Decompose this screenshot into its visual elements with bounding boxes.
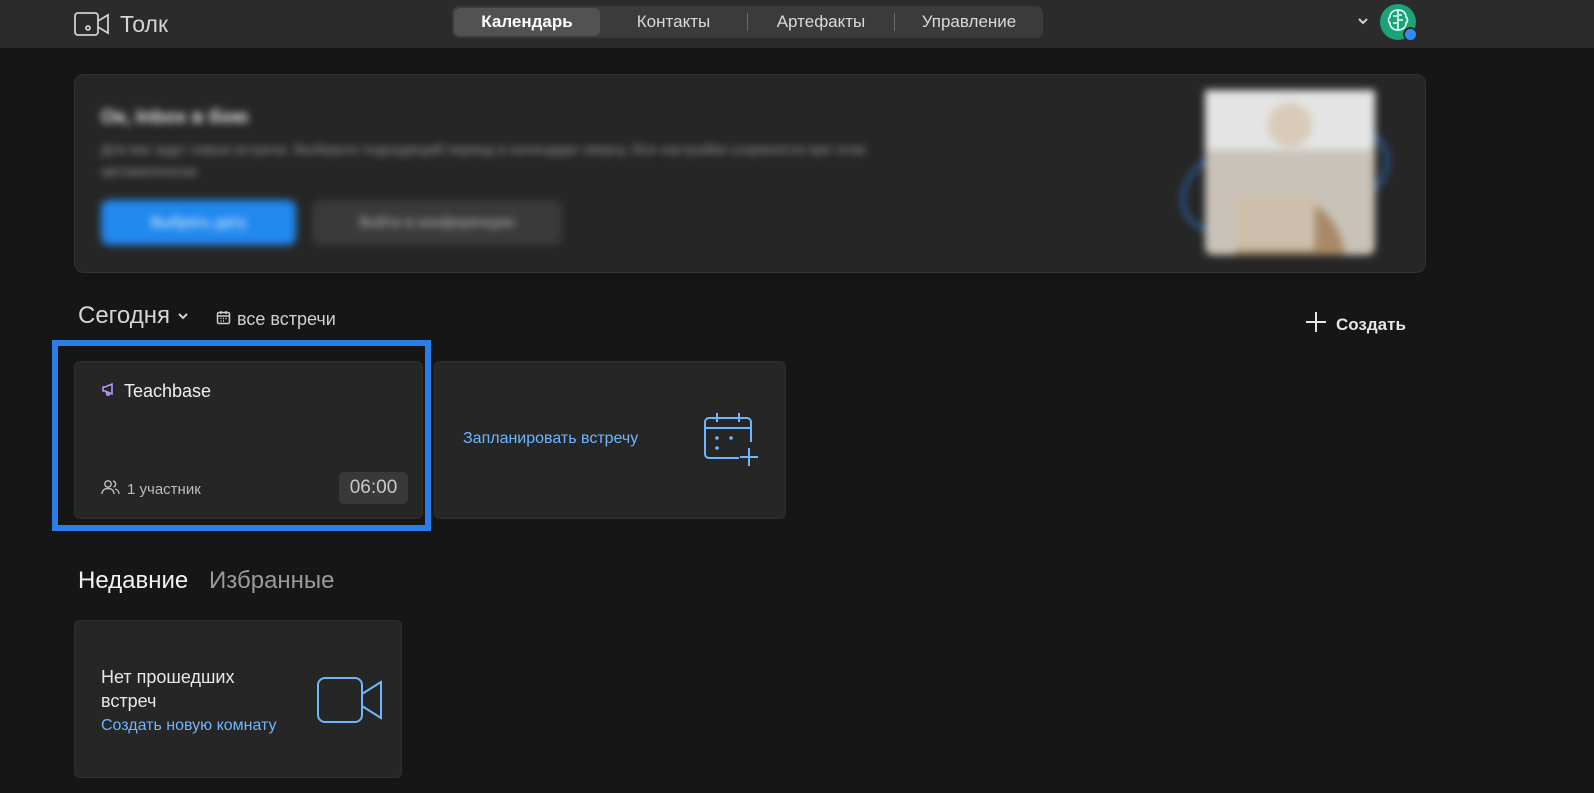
status-dot (1403, 27, 1418, 42)
calendar-icon (216, 309, 231, 330)
banner-description: Для вас ждут новые встречи. Выберите под… (101, 141, 866, 179)
today-label: Сегодня (78, 302, 170, 329)
calendar-plus-icon (703, 412, 763, 471)
video-camera-logo-icon (74, 11, 110, 37)
all-meetings-label: все встречи (237, 309, 336, 329)
avatar[interactable] (1380, 4, 1418, 42)
schedule-meeting-link[interactable]: Запланировать встречу (463, 430, 638, 448)
video-camera-icon (317, 677, 383, 728)
app-logo[interactable]: Толк (74, 9, 168, 39)
plus-icon (1305, 311, 1327, 338)
create-room-link[interactable]: Создать новую комнату (101, 717, 277, 735)
all-meetings-link[interactable]: все встречи (216, 309, 336, 330)
chevron-down-icon[interactable] (1356, 14, 1370, 33)
tab-management[interactable]: Управление (895, 6, 1043, 38)
app-name: Толк (120, 10, 169, 37)
today-dropdown[interactable]: Сегодня (78, 302, 190, 330)
top-bar: Толк Календарь Контакты Артефакты Управл… (0, 0, 1594, 48)
schedule-card[interactable]: Запланировать встречу (434, 361, 786, 519)
tab-contacts[interactable]: Контакты (600, 6, 747, 38)
banner-illustration (1181, 90, 1389, 255)
banner-primary-button[interactable]: Выбрать дату (101, 200, 296, 245)
tab-calendar[interactable]: Календарь (454, 8, 600, 36)
selection-highlight (52, 340, 431, 531)
tab-favorites[interactable]: Избранные (209, 567, 335, 595)
banner-secondary-button[interactable]: Войти в конференцию (312, 200, 562, 245)
banner-title: Ок, Inbox в бою (101, 107, 249, 128)
tab-artifacts[interactable]: Артефакты (748, 6, 894, 38)
tab-recent[interactable]: Недавние (78, 567, 188, 595)
create-label: Создать (1336, 314, 1406, 334)
empty-state-title: Нет прошедших встреч (101, 667, 235, 711)
empty-recent-card: Нет прошедших встреч Создать новую комна… (74, 620, 402, 778)
promo-banner: Ок, Inbox в бою Для вас ждут новые встре… (74, 74, 1426, 273)
create-button[interactable]: Создать (1305, 311, 1406, 338)
chevron-down-icon (176, 302, 190, 330)
main-nav: Календарь Контакты Артефакты Управление (452, 6, 1043, 38)
